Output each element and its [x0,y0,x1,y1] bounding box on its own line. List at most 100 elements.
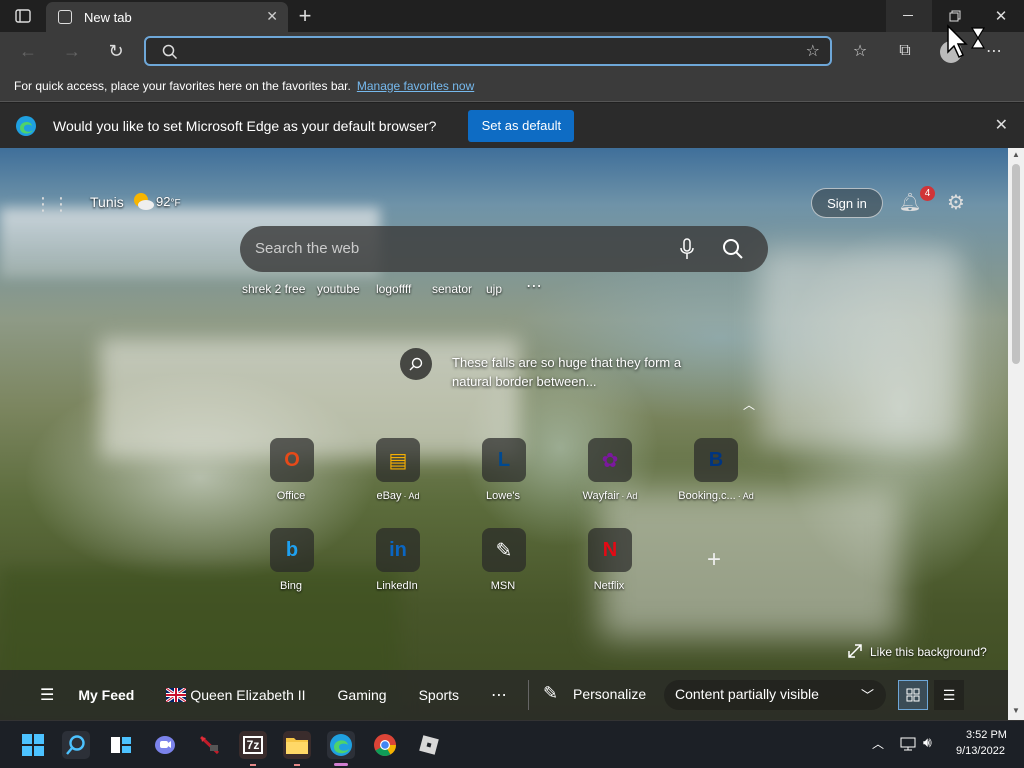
add-site-icon[interactable]: + [698,546,730,578]
scroll-down-icon[interactable]: ▼ [1012,706,1020,715]
bg-search-icon[interactable] [400,348,432,380]
tab-actions-icon[interactable] [12,6,34,26]
wayfair-icon: ✿ [588,438,632,482]
quick-link-tile[interactable]: ✎ MSN [464,528,544,598]
roblox-icon[interactable] [415,731,443,759]
more-quick-searches-icon[interactable]: ⋯ [526,276,542,296]
quick-link-tile[interactable]: L Lowe's [464,438,544,508]
forward-icon[interactable]: → [60,40,84,62]
settings-gear-icon[interactable]: ⚙ [944,190,968,214]
running-indicator [294,764,300,766]
list-layout-button[interactable]: ☰ [934,680,964,710]
content-visibility-value: Content partially visible [675,686,819,702]
windows-start-icon[interactable] [19,731,47,759]
quick-link-tile[interactable]: B Booking.c... · Ad [676,438,756,508]
search-taskbar-icon[interactable] [62,731,90,759]
feed-tab-my-feed[interactable]: My Feed [78,687,134,703]
feed-tab-gaming[interactable]: Gaming [338,687,387,703]
quick-link-tile[interactable]: b Bing [252,528,332,598]
quick-link-label: Booking.c... · Ad [676,490,756,502]
default-browser-infobar: Would you like to set Microsoft Edge as … [0,103,1024,148]
weather-location[interactable]: Tunis [90,194,124,210]
quick-link-name: Netflix [593,580,625,592]
favorites-bar: For quick access, place your favorites h… [0,70,1024,102]
page-scrollbar[interactable]: ▲ ▼ [1008,148,1024,720]
ad-marker: · Ad [403,491,420,501]
show-hidden-icons-icon[interactable]: ︿ [872,735,884,752]
back-icon[interactable]: ← [16,40,40,62]
volume-icon[interactable]: 🔊︎ [923,734,932,751]
web-search-box[interactable]: Search the web [240,226,768,272]
7zip-icon[interactable]: 7z [239,731,267,759]
ad-marker: · Ad [737,491,754,501]
quick-search-1[interactable]: youtube [317,282,360,296]
microphone-icon[interactable] [680,238,694,260]
feed-tab-sports[interactable]: Sports [419,687,459,703]
feed-tab-queen[interactable]: Queen Elizabeth II [190,687,305,703]
new-tab-icon[interactable]: + [294,3,316,28]
tab-new-tab[interactable]: New tab ✕ [46,2,288,32]
file-explorer-icon[interactable] [283,731,311,759]
quick-link-tile[interactable]: N Netflix [570,528,650,598]
network-icon[interactable] [900,737,916,751]
edge-logo-icon [16,115,36,136]
feed-menu-icon[interactable]: ☰ [40,685,54,705]
add-favorite-icon[interactable]: ☆ [806,41,820,61]
quick-link-tile[interactable]: ✿ Wayfair · Ad [570,438,650,508]
search-icon [162,44,178,60]
edge-taskbar-icon[interactable] [327,731,355,759]
quick-link-label: Lowe's [464,490,544,502]
chevron-down-icon: ﹀ [860,688,874,703]
collapse-chevron-icon[interactable]: ︿ [743,396,755,413]
grid-layout-button[interactable] [898,680,928,710]
feed-more-icon[interactable]: ⋯ [491,685,507,705]
expand-icon [848,644,862,658]
content-visibility-dropdown[interactable]: Content partially visible ﹀ [664,680,886,710]
netflix-icon: N [588,528,632,572]
chrome-icon[interactable] [371,731,399,759]
address-bar[interactable]: ☆ [144,36,832,66]
scrollbar-thumb[interactable] [1012,164,1020,364]
minimize-icon[interactable] [886,0,932,32]
tab-title: New tab [84,9,132,25]
set-as-default-button[interactable]: Set as default [468,109,575,142]
quick-search-3[interactable]: senator [432,282,472,296]
quick-search-4[interactable]: ujp [486,282,502,296]
quick-search-2[interactable]: logoffff [376,282,411,296]
clock-time[interactable]: 3:52 PM [966,729,1007,741]
web-search-input[interactable]: Search the web [255,240,359,257]
personalize-button[interactable]: Personalize [573,686,646,702]
close-tab-icon[interactable]: ✕ [266,8,278,25]
quick-link-name: Wayfair [582,490,620,502]
favorites-icon[interactable]: ☆ [848,40,872,62]
ebay-icon: ▤ [376,438,420,482]
refresh-icon[interactable]: ↻ [104,40,128,62]
apps-launcher-icon[interactable]: ⋮⋮ [34,192,70,216]
manage-favorites-link[interactable]: Manage favorites now [357,79,474,93]
collections-icon[interactable]: ⧉ [893,40,917,62]
weather-temp[interactable]: 92°F [156,194,181,209]
sign-in-button[interactable]: Sign in [811,188,883,218]
background-caption[interactable]: These falls are so huge that they form a… [452,353,720,391]
busy-cursor-icon [970,27,986,49]
quick-search-0[interactable]: shrek 2 free [242,282,305,296]
like-background-link[interactable]: Like this background? [870,645,987,659]
task-view-icon[interactable] [107,731,135,759]
quick-link-name: LinkedIn [376,580,418,592]
teams-chat-icon[interactable] [151,731,179,759]
quick-link-tile[interactable]: ▤ eBay · Ad [358,438,438,508]
newtab-page: ⋮⋮ Tunis 92°F Sign in 🔔︎ 4 ⚙ Search the … [0,148,1008,720]
personalize-icon[interactable]: ✎ [543,683,558,704]
game-app-icon[interactable] [196,731,224,759]
quick-link-tile[interactable]: O Office [252,438,332,508]
quick-link-label: Netflix [570,580,650,592]
clock-date[interactable]: 9/13/2022 [956,745,1005,757]
close-infobar-icon[interactable]: ✕ [995,115,1008,135]
search-submit-icon[interactable] [722,238,744,260]
quick-link-name: Bing [279,580,303,592]
notifications-bell-icon[interactable]: 🔔︎ [898,190,922,214]
quick-link-tile[interactable]: in LinkedIn [358,528,438,598]
lowes-icon: L [482,438,526,482]
scroll-up-icon[interactable]: ▲ [1012,150,1020,159]
quick-link-label: eBay · Ad [358,490,438,502]
